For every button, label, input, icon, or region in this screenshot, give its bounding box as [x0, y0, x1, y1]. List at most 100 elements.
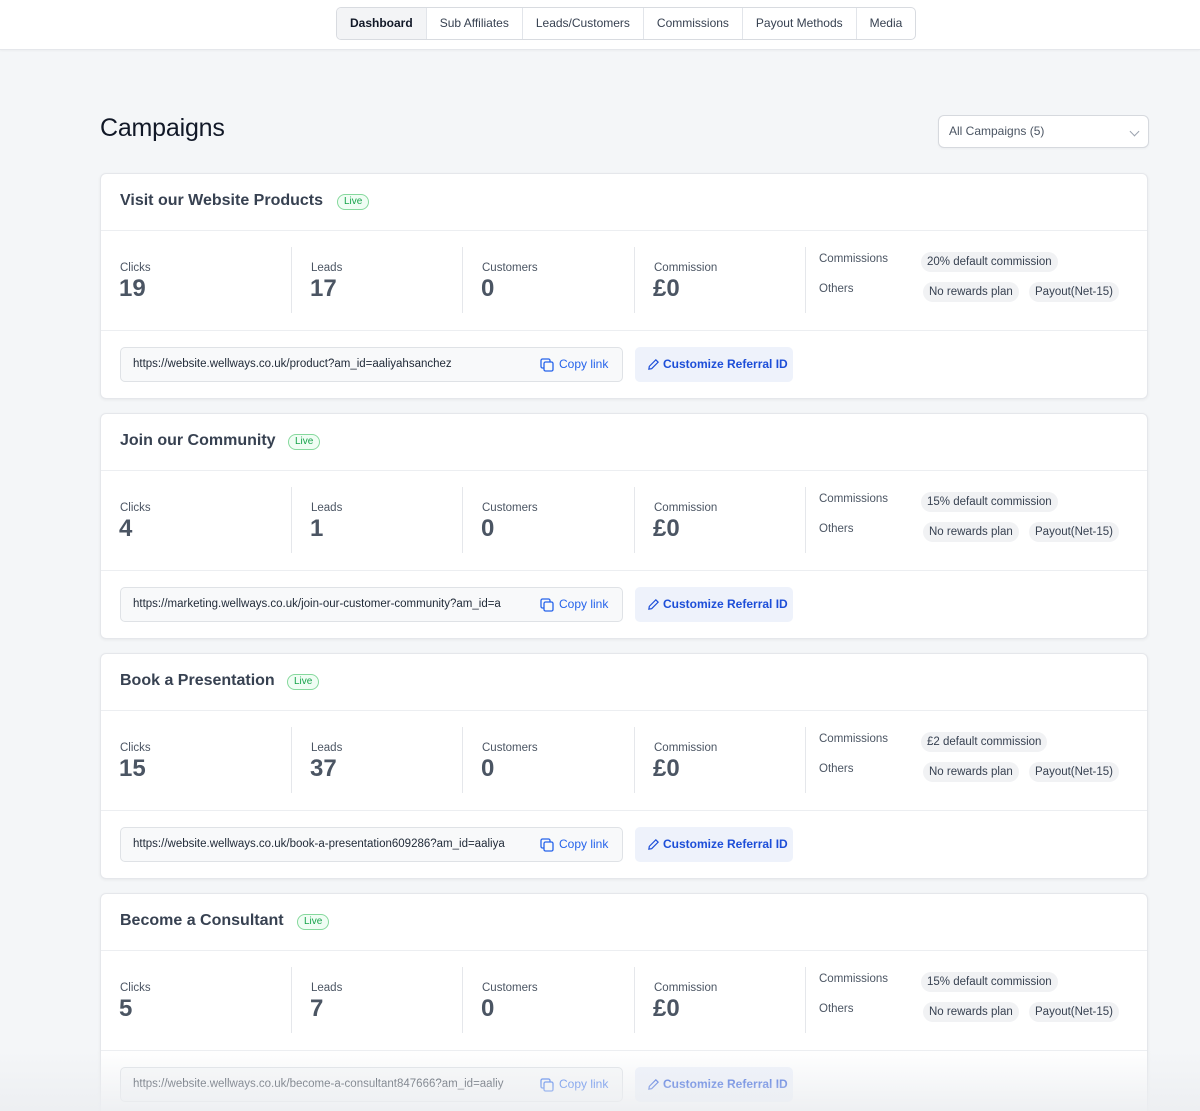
stat-commission: Commission £0 [634, 247, 805, 313]
stat-label: Clicks [120, 262, 151, 274]
payout-terms-badge: Payout(Net-15) [1029, 1002, 1119, 1022]
stat-label: Customers [482, 742, 538, 754]
stat-label: Customers [482, 502, 538, 514]
customize-referral-id-button[interactable]: Customize Referral ID [635, 1067, 793, 1102]
commission-plan-badge: 15% default commission [921, 972, 1058, 992]
stat-value: 5 [119, 995, 133, 1022]
stat-label: Customers [482, 982, 538, 994]
campaign-card: Join our Community Live Clicks 4 Leads 1 Custo… [100, 413, 1148, 639]
stat-clicks: Clicks 15 [101, 727, 291, 793]
stat-clicks: Clicks 19 [101, 247, 291, 313]
customize-referral-id-button[interactable]: Customize Referral ID [635, 827, 793, 862]
stat-value: 17 [310, 275, 337, 302]
stat-value: £0 [653, 995, 680, 1022]
campaign-stats: Clicks 19 Leads 17 Customers 0 Commission £0 Com… [101, 231, 1147, 331]
referral-link-box: https://website.wellways.co.uk/become-a-… [120, 1067, 623, 1102]
stat-label: Clicks [120, 742, 151, 754]
customize-referral-id-button[interactable]: Customize Referral ID [635, 347, 793, 382]
page-title: Campaigns [100, 114, 225, 142]
stat-commission: Commission £0 [634, 967, 805, 1033]
top-navigation-bar: Dashboard Sub Affiliates Leads/Customers… [0, 0, 1200, 50]
tab-sub-affiliates[interactable]: Sub Affiliates [427, 8, 523, 39]
referral-url[interactable]: https://website.wellways.co.uk/product?a… [133, 348, 521, 381]
campaign-title: Join our Community [120, 432, 276, 449]
stat-value: £0 [653, 275, 680, 302]
payout-terms-badge: Payout(Net-15) [1029, 762, 1119, 782]
stat-customers: Customers 0 [462, 727, 634, 793]
rewards-plan-badge: No rewards plan [923, 1002, 1019, 1022]
referral-url[interactable]: https://website.wellways.co.uk/book-a-pr… [133, 828, 521, 861]
referral-url[interactable]: https://marketing.wellways.co.uk/join-ou… [133, 588, 521, 621]
stat-label: Leads [311, 982, 343, 994]
commissions-label: Commissions [819, 253, 889, 265]
others-label: Others [819, 763, 854, 775]
stat-label: Leads [311, 742, 343, 754]
tab-commissions[interactable]: Commissions [644, 8, 743, 39]
stat-leads: Leads 37 [291, 727, 462, 793]
campaign-card: Become a Consultant Live Clicks 5 Leads 7 Cust… [100, 893, 1148, 1111]
nav-tabs: Dashboard Sub Affiliates Leads/Customers… [336, 7, 917, 40]
stat-value: £0 [653, 755, 680, 782]
stat-label: Clicks [120, 502, 151, 514]
campaign-filter-value: All Campaigns (5) [949, 124, 1045, 138]
campaign-stats: Clicks 4 Leads 1 Customers 0 Commission £0 Commi… [101, 471, 1147, 571]
tab-media[interactable]: Media [857, 8, 916, 39]
stat-label: Commission [654, 742, 718, 754]
campaign-card: Book a Presentation Live Clicks 15 Leads 37 Cu… [100, 653, 1148, 879]
tab-dashboard[interactable]: Dashboard [337, 8, 427, 39]
stat-value: 37 [310, 755, 337, 782]
copy-link-button[interactable]: Copy link [539, 348, 608, 381]
tab-leads-customers[interactable]: Leads/Customers [523, 8, 644, 39]
campaign-card-header: Join our Community Live [101, 414, 1147, 471]
campaign-plan-info: Commissions £2 default commission Others No… [805, 727, 1145, 793]
status-badge: Live [297, 914, 330, 930]
commission-plan-badge: £2 default commission [921, 732, 1048, 752]
stat-value: 0 [481, 995, 495, 1022]
referral-url[interactable]: https://website.wellways.co.uk/become-a-… [133, 1068, 521, 1101]
campaign-filter-select[interactable]: All Campaigns (5) [938, 115, 1149, 148]
rewards-plan-badge: No rewards plan [923, 522, 1019, 542]
stat-value: 4 [119, 515, 133, 542]
status-badge: Live [287, 674, 320, 690]
payout-terms-badge: Payout(Net-15) [1029, 282, 1119, 302]
customize-label: Customize Referral ID [663, 357, 788, 371]
campaign-plan-info: Commissions 15% default commission Others N… [805, 967, 1145, 1033]
stat-label: Commission [654, 502, 718, 514]
stat-value: 7 [310, 995, 324, 1022]
copy-link-button[interactable]: Copy link [539, 1068, 608, 1101]
stat-commission: Commission £0 [634, 487, 805, 553]
rewards-plan-badge: No rewards plan [923, 282, 1019, 302]
campaign-plan-info: Commissions 20% default commission Others N… [805, 247, 1145, 313]
copy-link-button[interactable]: Copy link [539, 828, 608, 861]
stat-customers: Customers 0 [462, 247, 634, 313]
stat-value: 0 [481, 755, 495, 782]
copy-link-label: Copy link [559, 597, 609, 611]
stat-label: Customers [482, 262, 538, 274]
customize-referral-id-button[interactable]: Customize Referral ID [635, 587, 793, 622]
stat-label: Clicks [120, 982, 151, 994]
stat-clicks: Clicks 4 [101, 487, 291, 553]
status-badge: Live [288, 434, 321, 450]
copy-link-label: Copy link [559, 357, 609, 371]
commission-plan-badge: 20% default commission [921, 252, 1058, 272]
payout-terms-badge: Payout(Net-15) [1029, 522, 1119, 542]
stat-label: Leads [311, 502, 343, 514]
referral-link-box: https://website.wellways.co.uk/product?a… [120, 347, 623, 382]
copy-link-button[interactable]: Copy link [539, 588, 608, 621]
status-badge: Live [337, 194, 370, 210]
campaign-title: Visit our Website Products [120, 192, 324, 209]
copy-link-label: Copy link [559, 1077, 609, 1091]
stat-leads: Leads 17 [291, 247, 462, 313]
campaign-title: Book a Presentation [120, 672, 275, 689]
chevron-down-icon [1129, 126, 1140, 137]
campaign-plan-info: Commissions 15% default commission Others N… [805, 487, 1145, 553]
commissions-label: Commissions [819, 493, 889, 505]
stat-leads: Leads 1 [291, 487, 462, 553]
stat-value: 0 [481, 275, 495, 302]
campaign-card-header: Visit our Website Products Live [101, 174, 1147, 231]
stat-leads: Leads 7 [291, 967, 462, 1033]
others-label: Others [819, 283, 854, 295]
tab-payout-methods[interactable]: Payout Methods [743, 8, 857, 39]
stat-value: 15 [119, 755, 146, 782]
stat-value: 0 [481, 515, 495, 542]
